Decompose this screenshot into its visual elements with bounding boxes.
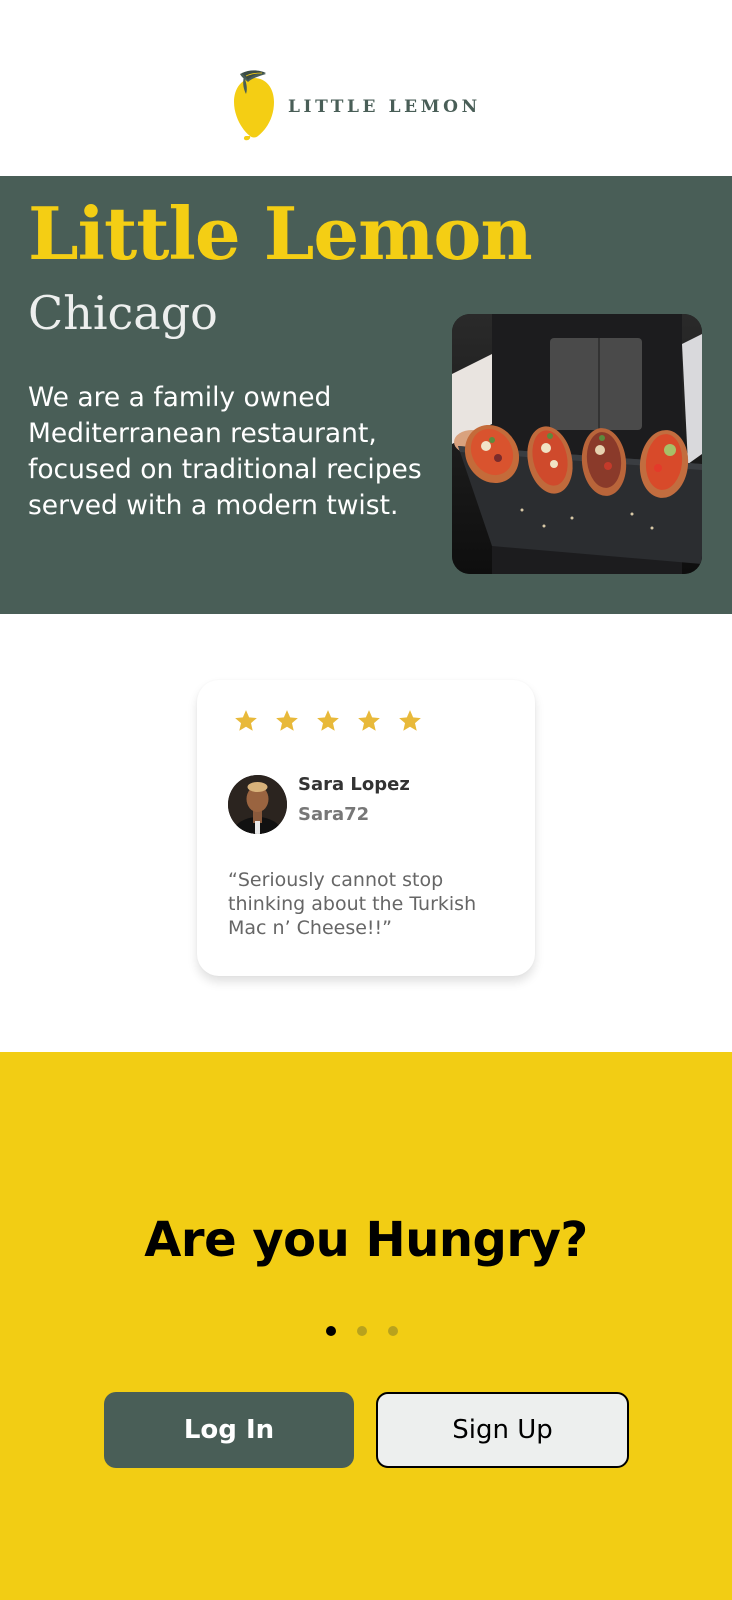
app-header: LITTLE LEMON — [0, 0, 732, 176]
rating-stars — [233, 708, 423, 734]
hero-title: Little Lemon — [28, 191, 533, 276]
onboarding-section: Are you Hungry? Log In Sign Up — [0, 1052, 732, 1600]
page-indicator — [326, 1326, 398, 1336]
login-button[interactable]: Log In — [104, 1392, 354, 1468]
page-dot-active[interactable] — [326, 1326, 336, 1336]
signup-button[interactable]: Sign Up — [376, 1392, 629, 1468]
hero-section: Little Lemon Chicago We are a family own… — [0, 176, 732, 614]
logo-text: LITTLE LEMON — [288, 97, 481, 117]
star-icon — [276, 710, 298, 731]
onboarding-heading: Are you Hungry? — [144, 1212, 588, 1268]
hero-city: Chicago — [28, 286, 218, 340]
hero-food-image — [452, 314, 702, 574]
avatar — [228, 775, 287, 834]
review-quote: “Seriously cannot stop thinking about th… — [228, 869, 477, 939]
star-icon — [358, 710, 380, 731]
logo: LITTLE LEMON — [232, 70, 481, 142]
lemon-logo-icon — [232, 70, 278, 142]
reviewer-handle: Sara72 — [298, 804, 370, 825]
star-icon — [235, 710, 257, 731]
star-icon — [317, 710, 339, 731]
hero-description: We are a family owned Mediterranean rest… — [28, 382, 422, 521]
page-dot[interactable] — [388, 1326, 398, 1336]
page-dot[interactable] — [357, 1326, 367, 1336]
testimonial-card: Sara Lopez Sara72 “Seriously cannot stop… — [197, 680, 535, 976]
reviewer-name: Sara Lopez — [298, 774, 410, 795]
star-icon — [399, 710, 421, 731]
